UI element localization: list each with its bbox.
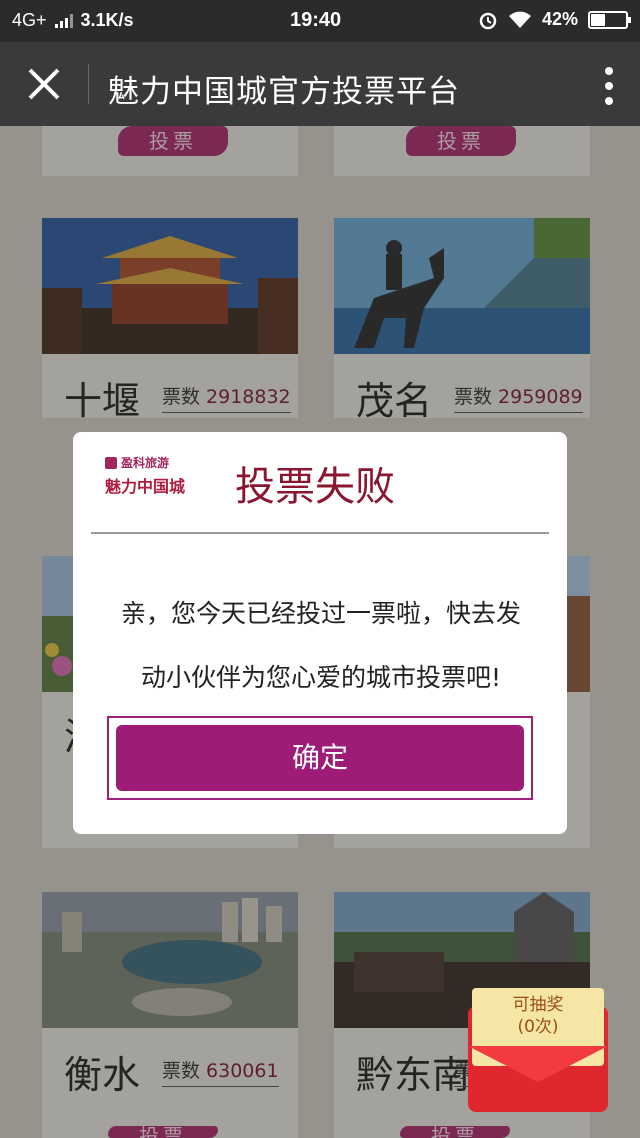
network-speed: 3.1K/s <box>80 10 134 30</box>
status-left: 4G+ 3.1K/s <box>12 10 134 31</box>
status-bar: 4G+ 3.1K/s 19:40 42% <box>0 0 640 42</box>
app-header: 魅力中国城官方投票平台 <box>0 42 640 126</box>
logo-top-text: 盈科旅游 <box>121 456 170 470</box>
red-envelope-widget[interactable]: 可抽奖 (0次) <box>468 968 608 1112</box>
logo-top: 盈科旅游 <box>105 454 187 471</box>
header-divider <box>88 64 89 104</box>
status-right: 42% <box>478 9 631 30</box>
battery-fill <box>591 13 605 26</box>
brand-logo: 盈科旅游 魅力中国城 <box>105 454 187 514</box>
clock: 19:40 <box>290 9 342 31</box>
confirm-button-frame: 确定 <box>107 716 533 800</box>
page-title: 魅力中国城官方投票平台 <box>108 74 460 110</box>
envelope-line-2: (0次) <box>517 1017 559 1037</box>
confirm-button[interactable]: 确定 <box>116 725 524 791</box>
envelope-line-1: 可抽奖 <box>512 995 564 1015</box>
message-line-1: 亲，您今天已经投过一票啦，快去发 <box>120 599 521 628</box>
close-icon[interactable] <box>22 62 66 106</box>
battery-percent: 42% <box>541 9 578 29</box>
envelope-flap <box>468 1046 608 1082</box>
vote-failed-dialog: 盈科旅游 魅力中国城 投票失败 亲，您今天已经投过一票啦，快去发 动小伙伴为您心… <box>73 432 567 834</box>
wifi-icon <box>508 11 531 28</box>
dialog-divider <box>91 532 549 534</box>
dialog-title: 投票失败 <box>235 464 395 510</box>
alarm-icon <box>479 12 497 29</box>
signal-icon <box>54 13 73 28</box>
more-options-icon[interactable] <box>604 66 614 106</box>
network-type: 4G+ <box>12 10 47 30</box>
gift-icon <box>105 456 117 469</box>
message-line-2: 动小伙伴为您心爱的城市投票吧! <box>140 663 502 692</box>
dialog-message: 亲，您今天已经投过一票啦，快去发 动小伙伴为您心爱的城市投票吧! <box>101 582 541 710</box>
battery-icon <box>588 10 631 29</box>
logo-main-text: 魅力中国城 <box>105 477 186 496</box>
